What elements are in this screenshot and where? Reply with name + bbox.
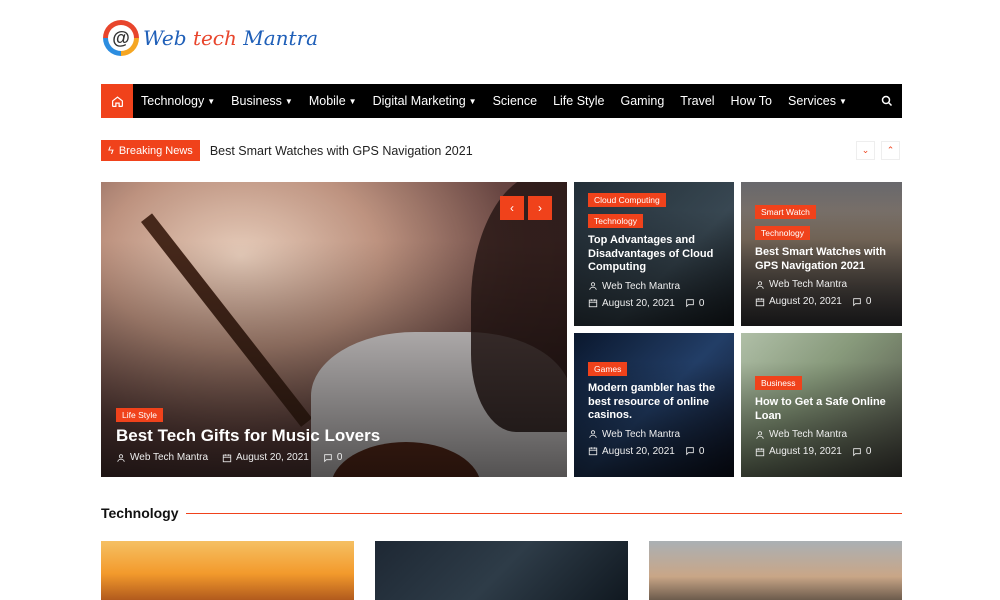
ticker-up-button[interactable]: ⌃ [881,141,900,160]
featured-card[interactable]: Smart Watch Technology Best Smart Watche… [741,182,902,326]
nav-item-how-to[interactable]: How To [723,84,780,118]
slider-prev-button[interactable]: ‹ [500,196,524,220]
section-title-technology: Technology [101,505,179,521]
chevron-up-icon: ⌃ [886,145,895,155]
comment-count[interactable]: 0 [699,298,705,309]
slider-next-button[interactable]: › [528,196,552,220]
breaking-news-label: ϟ Breaking News [101,140,200,161]
nav-item-digital-marketing[interactable]: Digital Marketing ▼ [365,84,485,118]
main-nav: Technology ▼ Business ▼ Mobile ▼ Digital Ma… [101,84,902,118]
featured-card[interactable]: Business How to Get a Safe Online Loan W… [741,333,902,477]
user-icon [756,430,764,439]
home-button[interactable] [101,84,133,118]
search-icon [881,95,893,107]
comment-count[interactable]: 0 [866,296,872,307]
post-thumbnail[interactable] [375,541,628,600]
logo-mark-icon: @ [103,20,139,56]
chevron-left-icon: ‹ [510,201,514,215]
comment-icon [686,447,694,456]
section-divider [186,513,902,514]
comment-icon [324,453,332,462]
nav-item-technology[interactable]: Technology ▼ [133,84,223,118]
caret-down-icon: ▼ [838,96,847,106]
card-title[interactable]: Modern gambler has the best resource of … [588,382,724,423]
comment-icon [686,299,694,308]
slider-arrows: ‹ › [500,196,552,220]
nav-item-life-style[interactable]: Life Style [545,84,612,118]
card-title[interactable]: How to Get a Safe Online Loan [755,396,892,423]
home-icon [111,95,123,107]
user-icon [117,453,125,462]
chevron-right-icon: › [538,201,542,215]
card-title[interactable]: Best Smart Watches with GPS Navigation 2… [755,246,892,273]
author-link[interactable]: Web Tech Mantra [769,279,847,290]
caret-down-icon: ▼ [207,96,216,106]
nav-item-gaming[interactable]: Gaming [613,84,673,118]
category-tag[interactable]: Technology [755,226,811,240]
comment-icon [853,447,861,456]
author-link[interactable]: Web Tech Mantra [130,452,208,463]
author-link[interactable]: Web Tech Mantra [769,429,847,440]
post-thumbnail[interactable] [101,541,354,600]
comment-icon [853,297,861,306]
chevron-down-icon: ⌄ [861,145,870,155]
logo-text: Web tech Mantra [143,26,319,50]
category-tag[interactable]: Technology [588,214,644,228]
calendar-icon [222,453,232,462]
post-thumbnail[interactable] [649,541,902,600]
category-tag[interactable]: Life Style [116,408,163,422]
author-link[interactable]: Web Tech Mantra [602,281,680,292]
category-tag[interactable]: Cloud Computing [588,193,666,207]
nav-item-science[interactable]: Science [485,84,545,118]
site-logo[interactable]: @ Web tech Mantra [103,20,318,56]
nav-item-travel[interactable]: Travel [672,84,722,118]
post-date[interactable]: August 20, 2021 [602,446,675,457]
author-link[interactable]: Web Tech Mantra [602,429,680,440]
category-tag[interactable]: Smart Watch [755,205,816,219]
bolt-icon: ϟ [108,144,114,157]
breaking-headline[interactable]: Best Smart Watches with GPS Navigation 2… [210,144,473,158]
post-date[interactable]: August 20, 2021 [236,452,309,463]
comment-count[interactable]: 0 [337,452,343,463]
comment-count[interactable]: 0 [699,446,705,457]
ticker-down-button[interactable]: ⌄ [856,141,875,160]
user-icon [756,280,764,289]
hero-slide[interactable]: ‹ › Life Style Best Tech Gifts for Music… [101,182,567,477]
caret-down-icon: ▼ [348,96,357,106]
nav-item-services[interactable]: Services ▼ [780,84,855,118]
calendar-icon [588,447,598,456]
comment-count[interactable]: 0 [866,446,872,457]
featured-card[interactable]: Cloud Computing Technology Top Advantage… [574,182,734,326]
calendar-icon [588,299,598,308]
featured-card[interactable]: Games Modern gambler has the best resour… [574,333,734,477]
card-title[interactable]: Top Advantages and Disadvantages of Clou… [588,234,724,275]
post-date[interactable]: August 20, 2021 [769,296,842,307]
search-button[interactable] [872,84,902,118]
calendar-icon [755,297,765,306]
hero-title[interactable]: Best Tech Gifts for Music Lovers [116,426,557,446]
category-tag[interactable]: Games [588,362,628,376]
post-date[interactable]: August 20, 2021 [602,298,675,309]
user-icon [589,282,597,290]
caret-down-icon: ▼ [284,96,293,106]
caret-down-icon: ▼ [468,96,477,106]
post-date[interactable]: August 19, 2021 [769,446,842,457]
nav-item-business[interactable]: Business ▼ [223,84,301,118]
user-icon [589,430,597,438]
breaking-news-bar: ϟ Breaking News Best Smart Watches with … [101,140,473,161]
calendar-icon [755,447,765,456]
nav-item-mobile[interactable]: Mobile ▼ [301,84,365,118]
category-tag[interactable]: Business [755,376,802,390]
post-meta: Web Tech Mantra August 20, 2021 0 [116,452,557,463]
